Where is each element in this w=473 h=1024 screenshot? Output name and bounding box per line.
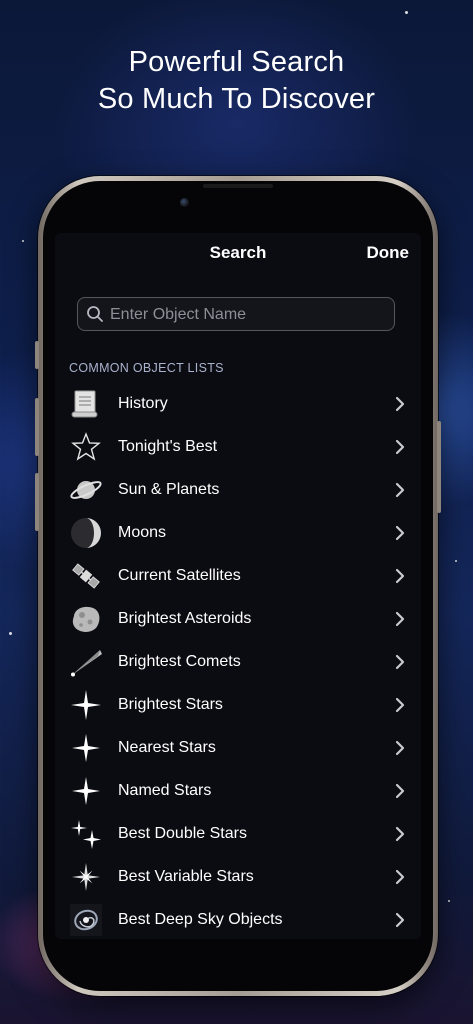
done-button[interactable]: Done: [367, 243, 410, 263]
search-screen: Search Done COMMON OBJECT LISTS: [55, 233, 421, 939]
phone-frame: Search Done COMMON OBJECT LISTS: [35, 176, 441, 996]
chevron-right-icon: [395, 912, 405, 928]
list-row-label: Best Variable Stars: [118, 868, 254, 885]
chevron-right-icon: [395, 482, 405, 498]
chevron-right-icon: [395, 654, 405, 670]
list-row-label: Named Stars: [118, 782, 212, 799]
promo-title-line-2: So Much To Discover: [97, 83, 376, 115]
list-row-nearest-stars[interactable]: Nearest Stars: [55, 727, 421, 770]
list-row-label: Brightest Asteroids: [118, 610, 252, 627]
mute-switch: [35, 341, 39, 369]
scroll-icon: [71, 390, 98, 418]
search-icon: [87, 306, 103, 322]
list-row-current-satellites[interactable]: Current Satellites: [55, 555, 421, 598]
power-button: [437, 421, 441, 513]
chevron-right-icon: [395, 439, 405, 455]
comet-icon: [71, 650, 102, 677]
asteroid-icon: [72, 606, 100, 632]
chevron-right-icon: [395, 568, 405, 584]
speaker-grille: [203, 184, 273, 188]
near-star-icon: [72, 734, 100, 762]
list-row-label: Best Double Stars: [118, 825, 247, 842]
background-star: [455, 560, 457, 562]
front-camera: [180, 198, 189, 207]
list-row-label: Brightest Comets: [118, 653, 241, 670]
list-row-label: Sun & Planets: [118, 481, 220, 498]
list-row-label: Moons: [118, 524, 167, 541]
named-star-icon: [72, 777, 100, 805]
chevron-right-icon: [395, 611, 405, 627]
list-row-label: Tonight's Best: [118, 438, 218, 455]
variable-star-icon: [72, 863, 100, 891]
volume-up-button: [35, 398, 39, 456]
background-star: [9, 632, 12, 635]
galaxy-icon: [70, 904, 102, 936]
promo-title-line-1: Powerful Search: [128, 46, 345, 78]
list-row-label: Nearest Stars: [118, 739, 216, 756]
list-row-brightest-asteroids[interactable]: Brightest Asteroids: [55, 598, 421, 641]
list-row-label: Current Satellites: [118, 567, 241, 584]
list-row-label: Brightest Stars: [118, 696, 223, 713]
volume-down-button: [35, 473, 39, 531]
list-row-label: Best Deep Sky Objects: [118, 911, 283, 928]
list-row-tonights-best[interactable]: Tonight's Best: [55, 426, 421, 469]
chevron-right-icon: [395, 869, 405, 885]
background-star: [448, 900, 450, 902]
search-field[interactable]: [77, 297, 395, 332]
chevron-right-icon: [395, 740, 405, 756]
moon-icon: [71, 518, 101, 548]
bright-star-icon: [71, 690, 101, 720]
chevron-right-icon: [395, 826, 405, 842]
chevron-right-icon: [395, 525, 405, 541]
list-row-named-stars[interactable]: Named Stars: [55, 770, 421, 813]
double-star-icon: [71, 820, 101, 849]
list-row-sun-planets[interactable]: Sun & Planets: [55, 469, 421, 512]
list-row-brightest-comets[interactable]: Brightest Comets: [55, 641, 421, 684]
satellite-icon: [72, 563, 100, 589]
phone-bezel: Search Done COMMON OBJECT LISTS: [43, 181, 433, 991]
chevron-right-icon: [395, 396, 405, 412]
star-outline-icon: [71, 432, 101, 461]
background-star: [405, 11, 408, 14]
list-row-label: History: [118, 395, 168, 412]
list-row-brightest-stars[interactable]: Brightest Stars: [55, 684, 421, 727]
list-row-best-variable-stars[interactable]: Best Variable Stars: [55, 856, 421, 899]
list-row-moons[interactable]: Moons: [55, 512, 421, 555]
chevron-right-icon: [395, 697, 405, 713]
list-row-best-double-stars[interactable]: Best Double Stars: [55, 813, 421, 856]
list-row-history[interactable]: History: [55, 383, 421, 426]
chevron-right-icon: [395, 783, 405, 799]
planet-icon: [70, 481, 102, 499]
search-input[interactable]: [108, 298, 392, 332]
section-header: COMMON OBJECT LISTS: [69, 361, 224, 375]
background-star: [22, 240, 24, 242]
list-row-best-deep-sky-objects[interactable]: Best Deep Sky Objects: [55, 899, 421, 939]
